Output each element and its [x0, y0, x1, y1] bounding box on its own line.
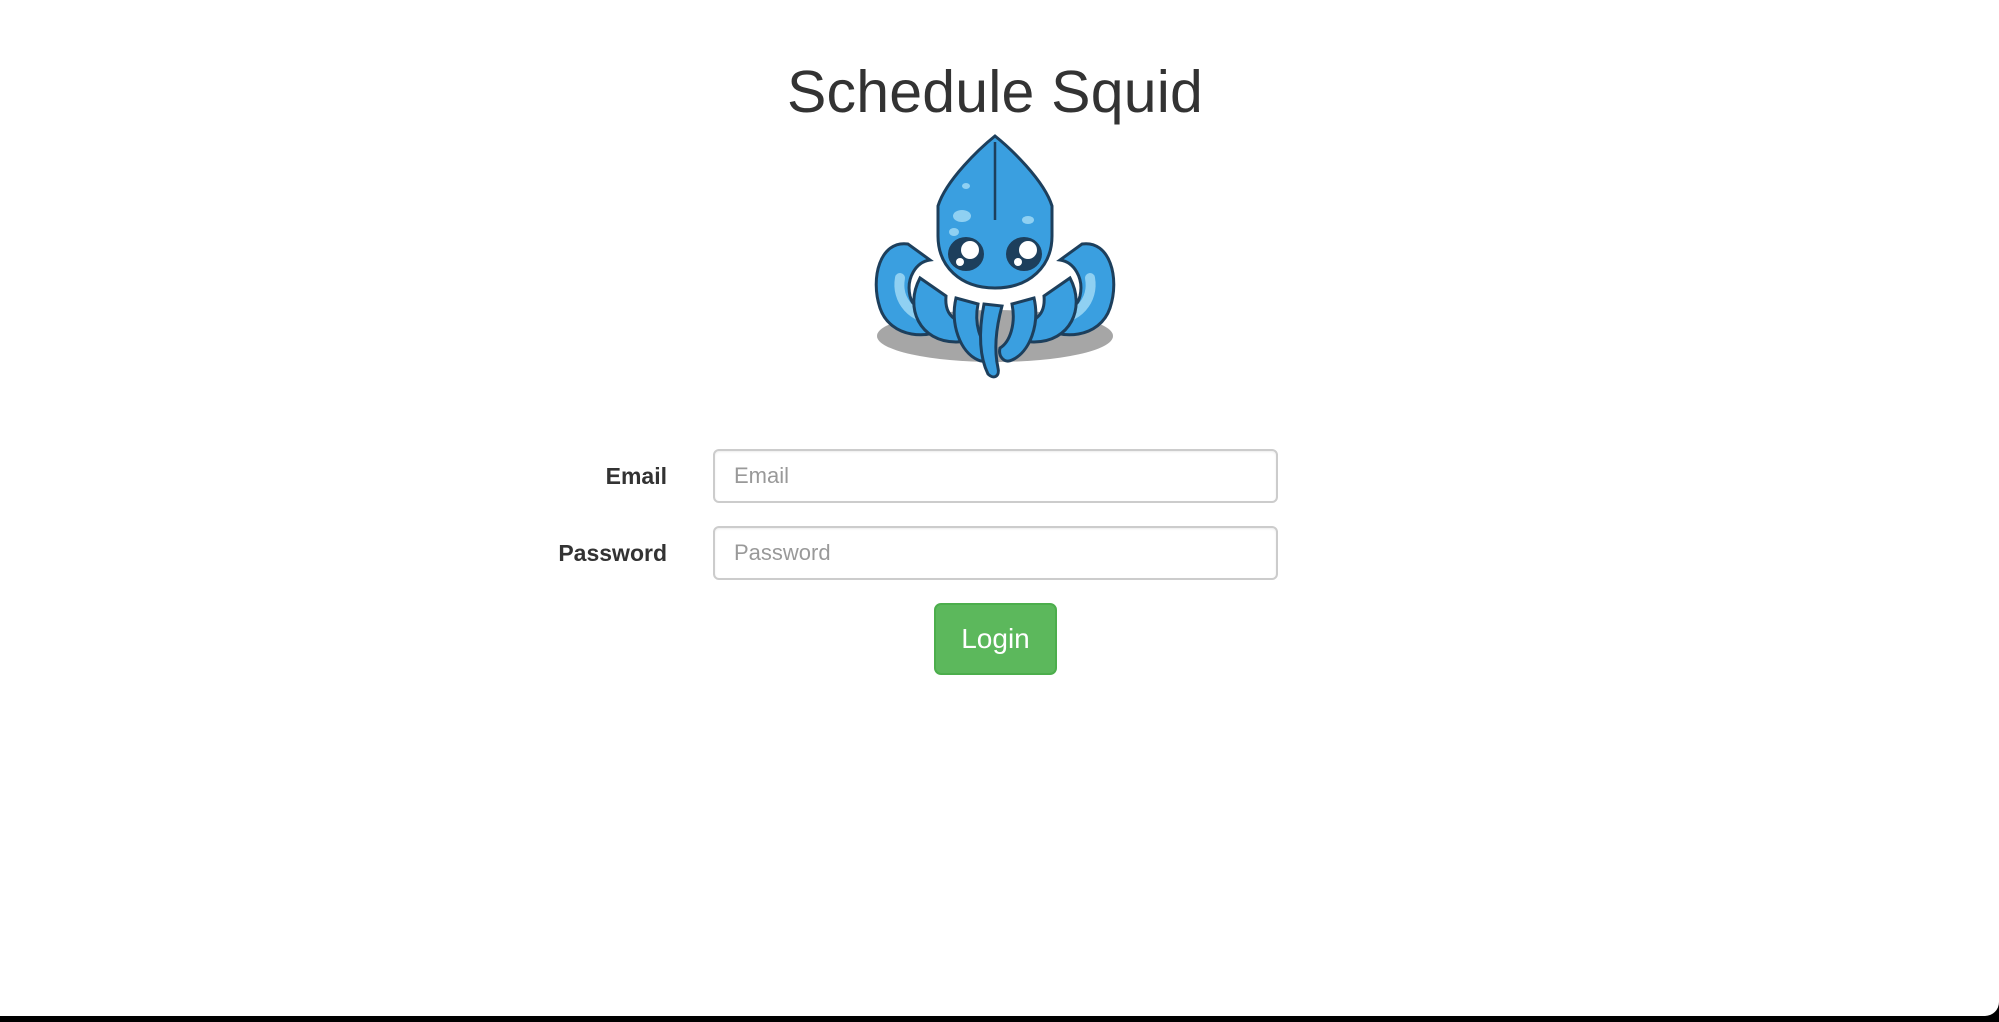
squid-mascot-icon: [860, 128, 1130, 398]
email-input[interactable]: [713, 449, 1278, 503]
email-label: Email: [605, 463, 667, 489]
email-row: Email: [0, 449, 1999, 503]
page-title: Schedule Squid: [786, 59, 1204, 125]
login-page: Schedule Squid Email Email Password Logi…: [0, 0, 1999, 1016]
password-label: Password: [558, 540, 667, 566]
login-button[interactable]: Login: [934, 603, 1057, 675]
password-input[interactable]: [713, 526, 1278, 580]
password-row: Password: [0, 526, 1999, 580]
